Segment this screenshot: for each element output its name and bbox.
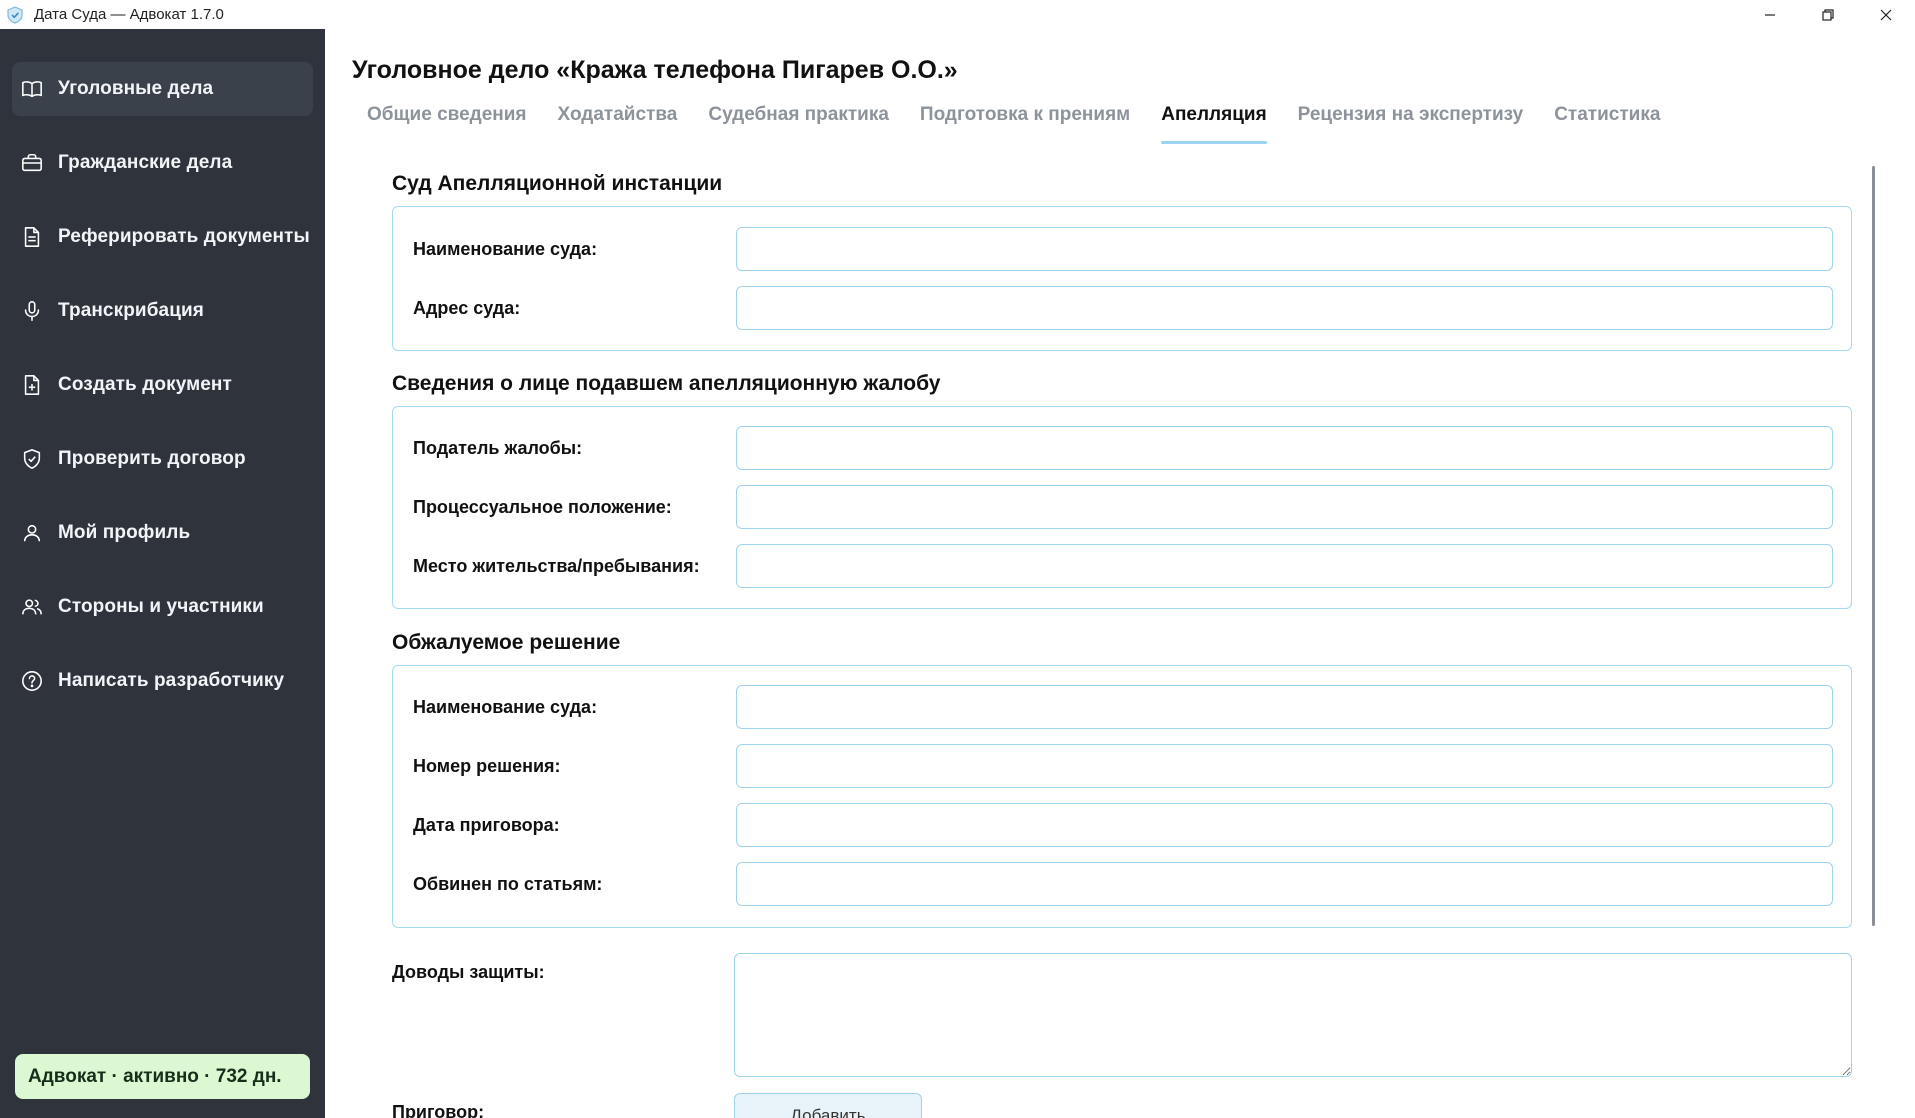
sidebar-item-check-contract[interactable]: Проверить договор (12, 432, 313, 486)
sidebar-item-label: Стороны и участники (58, 596, 264, 617)
appeal-court-name-input[interactable] (736, 227, 1833, 271)
tab-court-practice[interactable]: Судебная практика (708, 101, 889, 171)
field-label: Адрес суда: (413, 298, 521, 318)
help-circle-icon (19, 668, 45, 694)
app-logo-icon (7, 5, 23, 24)
field-label: Обвинен по статьям: (413, 874, 603, 894)
sidebar-item-label: Транскрибация (58, 300, 204, 321)
tab-bar: Общие сведения Ходатайства Судебная прак… (367, 101, 1691, 171)
sidebar-item-label: Мой профиль (58, 522, 191, 543)
sidebar-item-summarize-documents[interactable]: Реферировать документы (12, 210, 313, 264)
field-label: Дата приговора: (413, 815, 560, 835)
section-title-appellant: Сведения о лице подавшем апелляционную ж… (392, 372, 941, 395)
minimize-button[interactable] (1741, 0, 1799, 29)
add-verdict-button[interactable]: Добавить (734, 1093, 922, 1118)
restore-button[interactable] (1799, 0, 1857, 29)
tab-expert-review[interactable]: Рецензия на экспертизу (1298, 101, 1524, 171)
tab-motions[interactable]: Ходатайства (558, 101, 678, 171)
sidebar-item-contact-developer[interactable]: Написать разработчику (12, 654, 313, 708)
page-title: Уголовное дело «Кража телефона Пигарев О… (352, 56, 958, 84)
sidebar-item-label: Гражданские дела (58, 152, 233, 173)
sidebar-item-label: Реферировать документы (58, 226, 310, 247)
charged-articles-input[interactable] (736, 862, 1833, 906)
appeal-court-address-input[interactable] (736, 286, 1833, 330)
tab-statistics[interactable]: Статистика (1554, 101, 1660, 171)
tab-general-info[interactable]: Общие сведения (367, 101, 527, 171)
decision-court-name-input[interactable] (736, 685, 1833, 729)
sidebar-item-civil-cases[interactable]: Гражданские дела (12, 136, 313, 190)
document-text-icon (19, 224, 45, 250)
field-label: Наименование суда: (413, 239, 598, 259)
tab-debate-prep[interactable]: Подготовка к прениям (920, 101, 1130, 171)
appellant-name-input[interactable] (736, 426, 1833, 470)
sidebar-item-label: Создать документ (58, 374, 232, 395)
close-icon (1880, 9, 1892, 20)
sidebar-item-criminal-cases[interactable]: Уголовные дела (12, 62, 313, 116)
section-title-appeal-court: Суд Апелляционной инстанции (392, 172, 723, 195)
scrollbar[interactable] (1872, 166, 1875, 926)
main-content: Уголовное дело «Кража телефона Пигарев О… (325, 29, 1915, 1118)
microphone-icon (19, 298, 45, 324)
sidebar-item-label: Уголовные дела (58, 78, 214, 99)
defense-arguments-textarea[interactable] (734, 953, 1852, 1077)
users-icon (19, 594, 45, 620)
sidebar-item-label: Написать разработчику (58, 670, 285, 691)
field-label: Номер решения: (413, 756, 561, 776)
user-icon (19, 520, 45, 546)
procedural-status-input[interactable] (736, 485, 1833, 529)
defense-arguments-label: Доводы защиты: (392, 962, 545, 982)
verdict-date-input[interactable] (736, 803, 1833, 847)
sidebar-item-my-profile[interactable]: Мой профиль (12, 506, 313, 560)
residence-input[interactable] (736, 544, 1833, 588)
window-title: Дата Суда — Адвокат 1.7.0 (34, 6, 224, 23)
subscription-status-badge: Адвокат · активно · 732 дн. (15, 1054, 310, 1099)
section-title-appealed-decision: Обжалуемое решение (392, 631, 621, 654)
sidebar: Уголовные дела Гражданские дела Рефериро… (0, 29, 325, 1118)
minimize-icon (1765, 13, 1775, 16)
field-label: Податель жалобы: (413, 438, 583, 458)
window-titlebar: Дата Суда — Адвокат 1.7.0 (0, 0, 1915, 29)
sidebar-item-create-document[interactable]: Создать документ (12, 358, 313, 412)
briefcase-icon (19, 150, 45, 176)
tab-appeal[interactable]: Апелляция (1161, 101, 1268, 171)
shield-check-icon (19, 446, 45, 472)
decision-number-input[interactable] (736, 744, 1833, 788)
close-button[interactable] (1857, 0, 1915, 29)
field-label: Процессуальное положение: (413, 497, 672, 517)
field-label: Место жительства/пребывания: (413, 556, 700, 576)
document-plus-icon (19, 372, 45, 398)
sidebar-item-transcription[interactable]: Транскрибация (12, 284, 313, 338)
book-icon (19, 76, 45, 102)
sidebar-item-parties[interactable]: Стороны и участники (12, 580, 313, 634)
verdict-label: Приговор: (392, 1102, 485, 1118)
sidebar-item-label: Проверить договор (58, 448, 246, 469)
field-label: Наименование суда: (413, 697, 598, 717)
restore-icon (1822, 8, 1834, 21)
